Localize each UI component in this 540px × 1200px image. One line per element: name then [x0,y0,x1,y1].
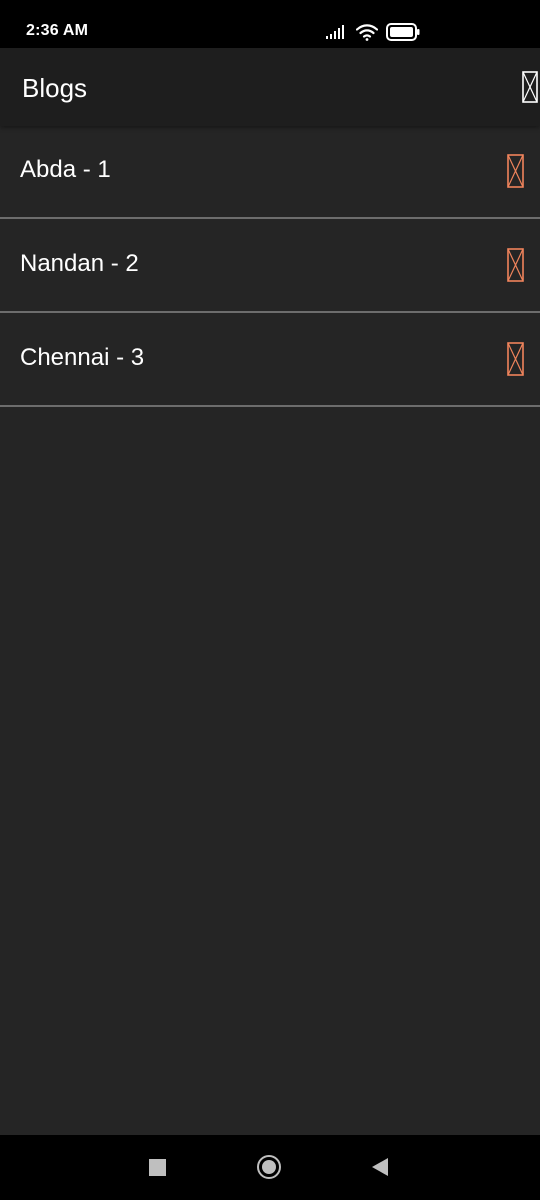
status-bar: 2:36 AM [0,0,540,48]
system-nav-bar [0,1135,540,1200]
list-item[interactable]: Abda - 1 [0,125,540,219]
status-icons [326,21,420,43]
battery-icon [386,23,420,41]
list-item-label: Nandan - 2 [20,250,139,277]
delete-button[interactable] [507,342,524,376]
list-item-label: Abda - 1 [20,156,111,183]
home-icon[interactable] [257,1155,281,1179]
list-item[interactable]: Nandan - 2 [0,219,540,313]
recents-icon[interactable] [149,1159,166,1176]
back-icon[interactable] [372,1158,388,1176]
blog-list: Abda - 1 Nandan - 2 Chennai - 3 [0,125,540,407]
app-bar: Blogs [0,48,540,126]
delete-icon [507,248,524,282]
status-time: 2:36 AM [26,22,89,39]
add-icon [522,71,538,103]
wifi-icon [356,23,378,41]
signal-icon [326,25,344,39]
delete-button[interactable] [507,248,524,282]
add-button[interactable] [522,71,538,103]
list-item-label: Chennai - 3 [20,344,145,371]
page-title: Blogs [22,73,88,103]
screen: 2:36 AM Blogs Abda - 1 Nandan - 2 Chenna… [0,0,540,1200]
delete-icon [507,154,524,188]
delete-icon [507,342,524,376]
list-item[interactable]: Chennai - 3 [0,313,540,407]
delete-button[interactable] [507,154,524,188]
